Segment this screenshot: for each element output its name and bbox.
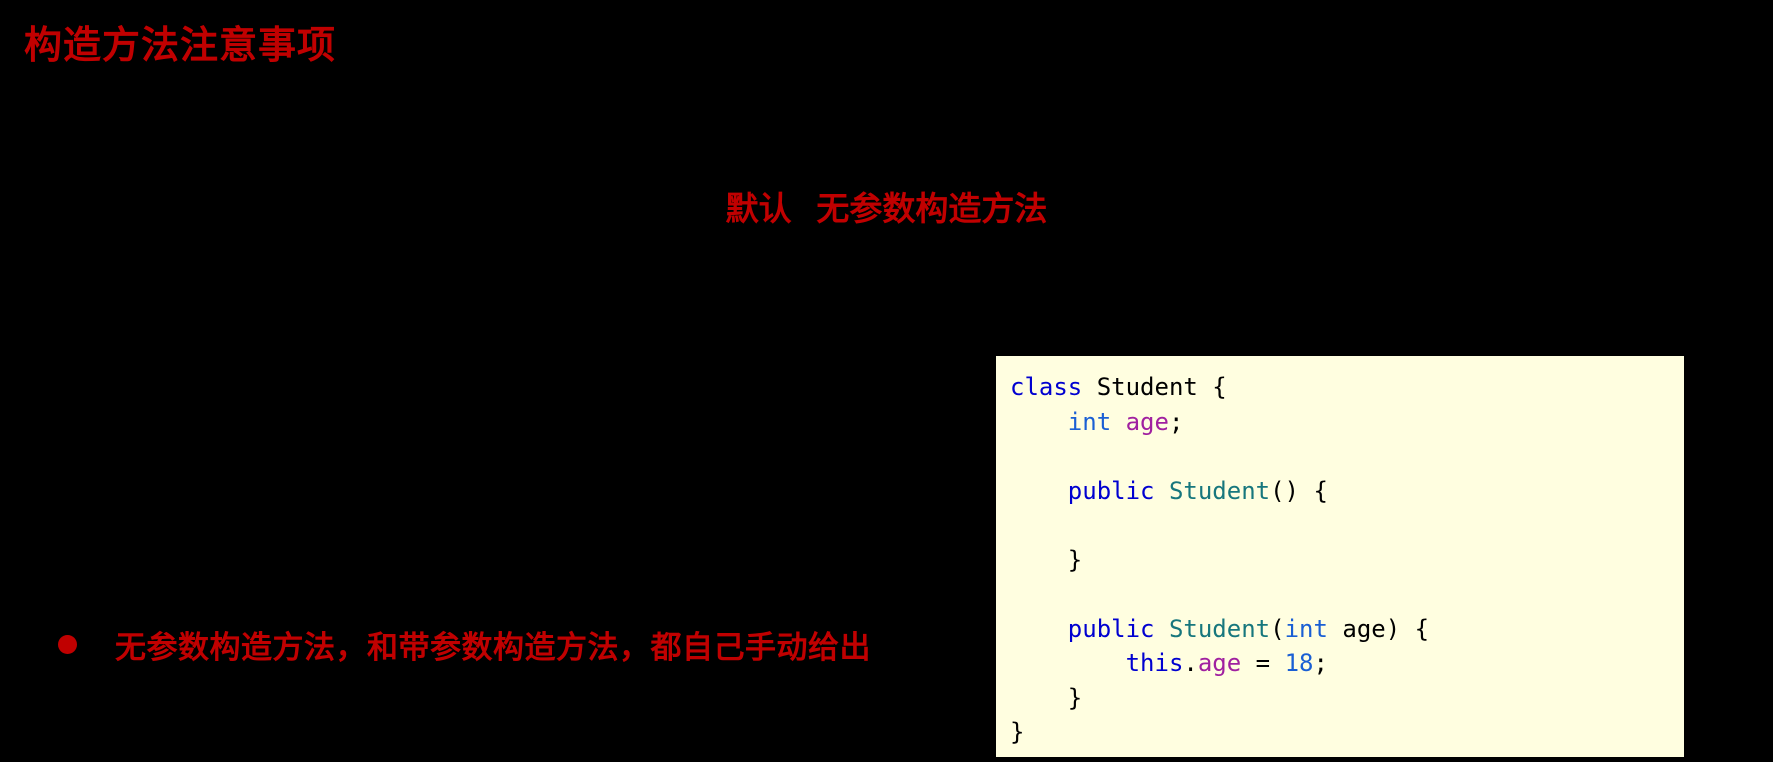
- code-line: public Student() {: [1010, 477, 1328, 505]
- code-token: age: [1125, 407, 1169, 436]
- page-title: 构造方法注意事项: [24, 25, 337, 67]
- code-token: () {: [1270, 476, 1328, 505]
- code-token: (: [1270, 614, 1285, 643]
- code-line: this.age = 18;: [1010, 649, 1328, 677]
- code-token: class: [1010, 373, 1083, 401]
- code-line: }: [1010, 546, 1082, 574]
- code-line: class Student {: [1010, 373, 1227, 401]
- code-token: age) {: [1327, 614, 1430, 643]
- code-token: =: [1241, 649, 1285, 677]
- slide-canvas: 构造方法注意事项 默认 无参数构造方法 无参数构造方法，和带参数构造方法，都自己…: [0, 0, 1773, 762]
- code-token: age: [1197, 649, 1242, 677]
- section-heading: 默认 无参数构造方法: [725, 192, 1048, 228]
- code-token: int: [1284, 614, 1328, 643]
- bullet-item-label: 无参数构造方法，和带参数构造方法，都自己手动给出: [115, 630, 871, 665]
- code-token: }: [1010, 718, 1025, 746]
- bullet-dot-icon: [58, 635, 77, 654]
- code-token: Student: [1168, 476, 1271, 505]
- code-token: .: [1183, 649, 1198, 677]
- code-token: }: [1010, 683, 1083, 712]
- code-token: int: [1067, 407, 1112, 436]
- code-line: public Student(int age) {: [1010, 615, 1429, 643]
- bullet-list-item: 无参数构造方法，和带参数构造方法，都自己手动给出: [58, 622, 871, 667]
- code-line: int age;: [1010, 407, 1184, 436]
- code-panel: class Student { int age; public Student(…: [996, 356, 1684, 757]
- code-token: ;: [1168, 407, 1184, 436]
- code-token: Student: [1168, 614, 1271, 643]
- code-token: Student: [1096, 373, 1198, 401]
- code-token: {: [1197, 373, 1227, 401]
- code-listing: class Student { int age; public Student(…: [1010, 370, 1684, 750]
- code-token: public: [1067, 476, 1155, 505]
- code-token: 18: [1284, 649, 1314, 677]
- code-line: }: [1010, 684, 1082, 712]
- code-token: this: [1125, 649, 1184, 677]
- code-line: }: [1010, 718, 1024, 746]
- code-token: public: [1067, 614, 1155, 643]
- code-token: ;: [1313, 649, 1328, 677]
- code-token: }: [1010, 545, 1083, 574]
